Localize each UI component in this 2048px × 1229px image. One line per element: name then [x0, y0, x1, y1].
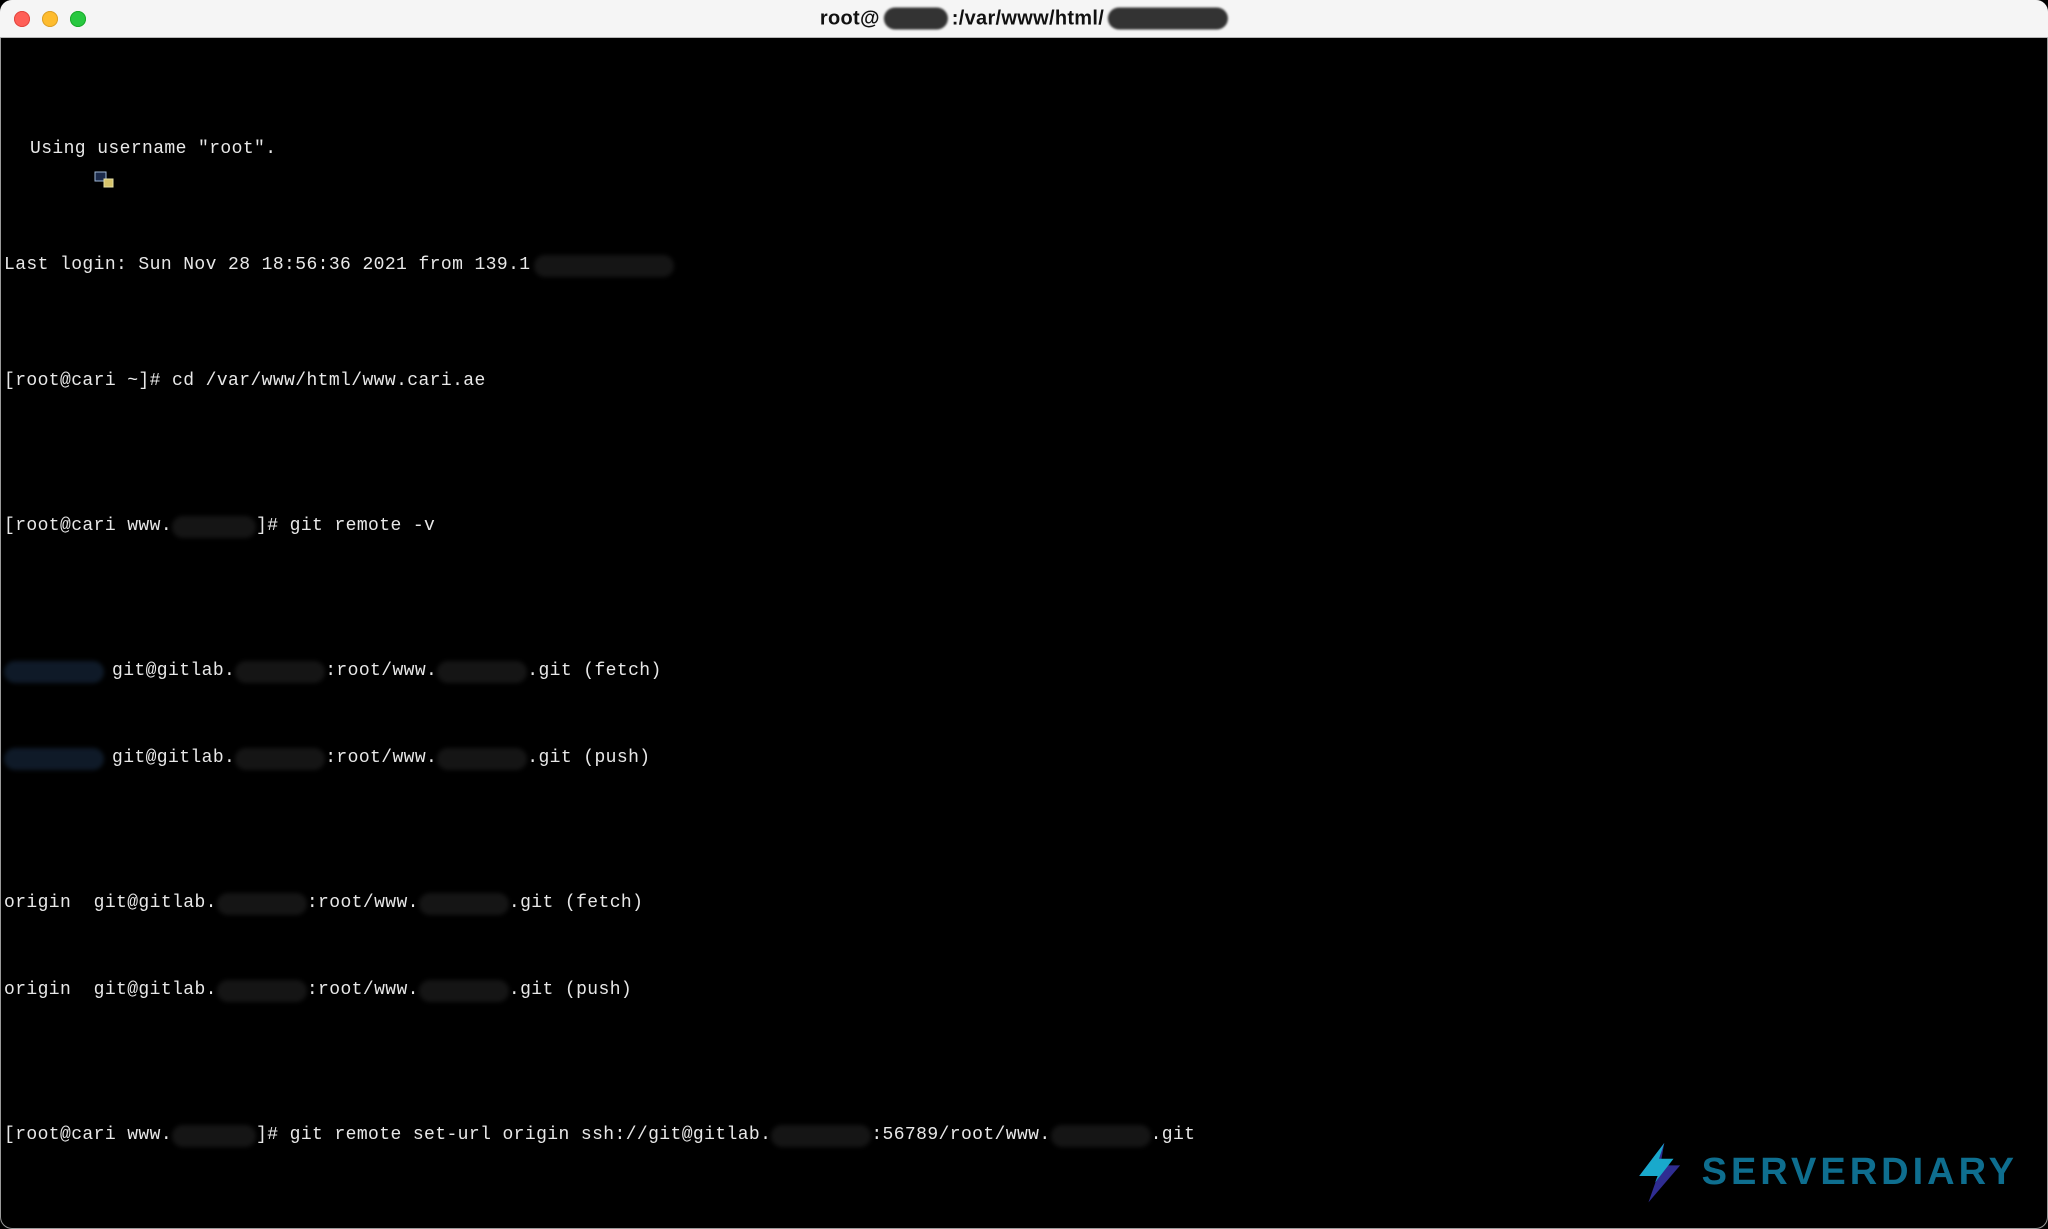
maximize-icon[interactable]: [70, 11, 86, 27]
origin-label: origin: [4, 889, 71, 918]
redacted-remote-icon: [4, 661, 104, 683]
watermark: SERVERDIARY: [1626, 1139, 2018, 1205]
redacted-host-icon: [884, 8, 948, 30]
title-mid: :/var/www/html/: [952, 7, 1104, 30]
redacted-dir-icon: [172, 516, 256, 538]
putty-icon: [4, 140, 24, 160]
redacted-path-icon: [1108, 8, 1228, 30]
minimize-icon[interactable]: [42, 11, 58, 27]
bolt-icon: [1626, 1139, 1692, 1205]
close-icon[interactable]: [14, 11, 30, 27]
title-prefix: root@: [820, 7, 880, 30]
cmd-set-url: git remote set-url origin ssh://git@gitl…: [290, 1121, 772, 1150]
window-titlebar: root@ :/var/www/html/: [0, 0, 2048, 38]
window-title: root@ :/var/www/html/: [820, 7, 1228, 30]
prompt-home: [root@cari ~]#: [4, 367, 161, 396]
cmd-remote-v-1: git remote -v: [290, 512, 436, 541]
cmd-cd: [161, 367, 172, 396]
last-login-text: Last login: Sun Nov 28 18:56:36 2021 fro…: [4, 251, 530, 280]
watermark-text: SERVERDIARY: [1702, 1151, 2018, 1194]
redacted-ip-icon: [534, 255, 674, 277]
terminal-output[interactable]: Using username "root". Last login: Sun N…: [0, 38, 2048, 1229]
putty-login-line: Using username "root".: [30, 135, 276, 164]
